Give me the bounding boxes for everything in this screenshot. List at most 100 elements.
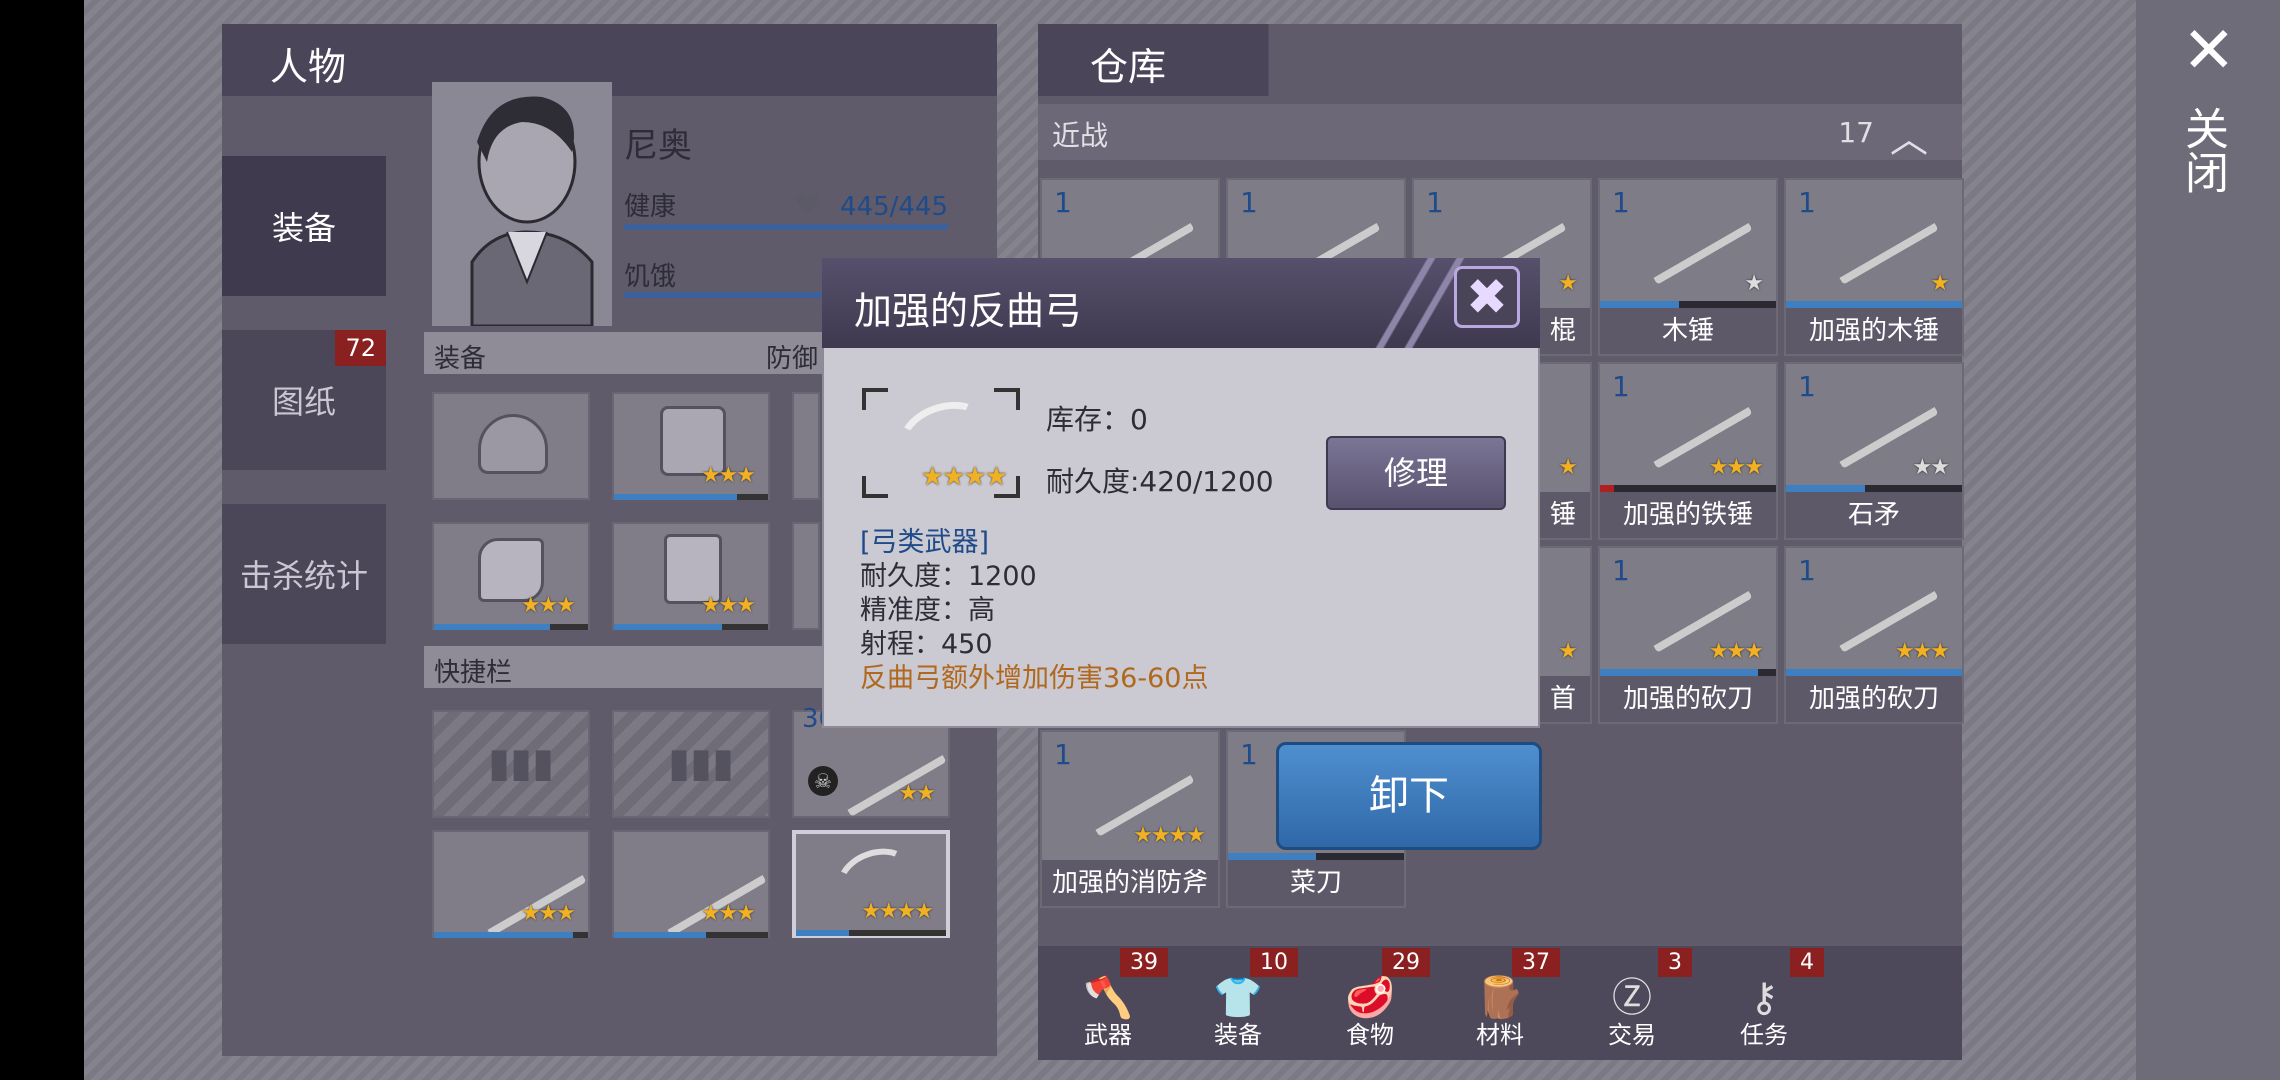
frame-corner-tr (994, 388, 1020, 410)
storage-item[interactable]: 1 ★ 木锤 (1598, 178, 1778, 356)
item-count: 1 (1426, 186, 1444, 219)
blueprints-badge: 72 (335, 330, 386, 366)
hotbar-knife-stars: ★★★ (700, 901, 756, 926)
tab-label: 任务 (1740, 1021, 1788, 1049)
tab-blueprints-label: 图纸 (271, 383, 336, 421)
storage-item[interactable]: 1 ★★★ 加强的铁锤 (1598, 362, 1778, 540)
storage-item[interactable]: 1 ★★★★ 加强的消防斧 (1040, 730, 1220, 908)
category-melee-label: 近战 (1052, 119, 1109, 152)
equip-slot-legs[interactable]: ★★★ (612, 522, 770, 630)
item-count: 1 (1054, 738, 1072, 771)
equip-body-durability (614, 494, 768, 500)
hotbar-slot-ammo-2[interactable]: ▮▮▮ (612, 710, 770, 818)
health-bar (624, 224, 948, 230)
storage-item[interactable]: 1 ★★★ 加强的砍刀 (1598, 546, 1778, 724)
equipment-label: 装备 (434, 344, 487, 374)
item-stars: ★★★ (1894, 639, 1950, 664)
item-stars: ★★★ (1708, 639, 1764, 664)
item-count: 1 (1054, 186, 1072, 219)
equip-legs-stars: ★★★ (700, 593, 756, 618)
storage-panel-header: 仓库 (1038, 24, 1962, 96)
equip-slot-6[interactable] (792, 522, 820, 630)
item-durability (1786, 669, 1962, 676)
equip-body-stars: ★★★ (700, 463, 756, 488)
equip-slot-head[interactable] (432, 392, 590, 500)
item-name: 加强的砍刀 (1600, 676, 1776, 722)
heart-icon: ♥ (794, 188, 821, 223)
item-count: 1 (1240, 738, 1258, 771)
popup-close-button[interactable]: ✖ (1454, 266, 1520, 328)
storage-item[interactable]: 1 ★★ 石矛 (1784, 362, 1964, 540)
popup-item-stars: ★★★★ (920, 462, 1008, 492)
hotbar-slot-mace[interactable]: ★★★ (432, 830, 590, 938)
repair-button[interactable]: 修理 (1326, 436, 1506, 510)
popup-durability: 耐久度:420/1200 (1046, 465, 1274, 498)
tab-label: 食物 (1346, 1021, 1394, 1049)
unequip-button[interactable]: 卸下 (1276, 742, 1542, 850)
item-stars: ★ (1744, 271, 1764, 296)
bottom-tab-materials[interactable]: 37 🪵 材料 (1436, 948, 1564, 1058)
equip-slot-hands[interactable]: ★★★ (432, 522, 590, 630)
item-name: 菜刀 (1228, 860, 1404, 906)
storage-item[interactable]: 1 ★ 加强的木锤 (1784, 178, 1964, 356)
item-name: 石矛 (1786, 492, 1962, 538)
item-count: 1 (1798, 370, 1816, 403)
equip-slot-body[interactable]: ★★★ (612, 392, 770, 500)
chevron-up-icon[interactable]: ︿ (1890, 108, 1928, 163)
bottom-tab-weapons[interactable]: 39 🪓 武器 (1044, 948, 1172, 1058)
item-count: 1 (1612, 554, 1630, 587)
close-sidebar[interactable]: ✕ 关闭 (2136, 0, 2280, 1080)
item-durability (1600, 669, 1776, 676)
category-melee-header[interactable]: 近战 17 ︿ (1038, 104, 1962, 163)
tab-label: 装备 (1214, 1021, 1262, 1049)
hotbar-bow-durability (796, 930, 946, 936)
item-name: 加强的木锤 (1786, 308, 1962, 354)
equip-legs-durability (614, 624, 768, 630)
close-icon[interactable]: ✕ (2182, 14, 2236, 88)
bottom-tab-trade[interactable]: 3 Ⓩ 交易 (1568, 948, 1696, 1058)
tab-blueprints[interactable]: 图纸 72 (222, 330, 386, 470)
bottom-tab-food[interactable]: 29 🥩 食物 (1306, 948, 1434, 1058)
hotbar-slot-knife[interactable]: ★★★ (612, 830, 770, 938)
frame-corner-bl (862, 476, 888, 498)
close-x-icon[interactable]: ✖ (1466, 268, 1508, 326)
beanie-icon (478, 414, 548, 474)
item-name: 加强的消防斧 (1042, 860, 1218, 906)
equip-hands-durability (434, 624, 588, 630)
hotbar-slot-bow-selected[interactable]: ★★★★ (792, 830, 950, 938)
hunger-label: 饥饿 (624, 262, 677, 292)
tab-badge: 4 (1790, 948, 1824, 977)
health-label: 健康 (624, 192, 677, 222)
bullets-icon: ▮▮▮ (668, 740, 735, 786)
frame-corner-tl (862, 388, 888, 410)
hotbar-slot-ammo-1[interactable]: ▮▮▮ (432, 710, 590, 818)
item-count: 1 (1612, 370, 1630, 403)
item-count: 1 (1612, 186, 1630, 219)
item-count: 1 (1798, 186, 1816, 219)
popup-stock: 库存：0 (1046, 403, 1148, 436)
tab-badge: 29 (1382, 948, 1430, 977)
bullets-icon: ▮▮▮ (488, 740, 555, 786)
tab-equipment[interactable]: 装备 (222, 156, 386, 296)
item-stars: ★★★ (1708, 455, 1764, 480)
tab-label: 武器 (1084, 1021, 1132, 1049)
tab-kill-stats[interactable]: 击杀统计 (222, 504, 386, 644)
bottom-tab-equipment[interactable]: 10 👕 装备 (1174, 948, 1302, 1058)
item-durability (1600, 301, 1776, 308)
tab-badge: 10 (1250, 948, 1298, 977)
popup-item-frame: ★★★★ (862, 388, 1020, 498)
item-name: 加强的铁锤 (1600, 492, 1776, 538)
hammer-icon (1823, 195, 1939, 285)
key-icon: ⚷ (1749, 975, 1779, 1021)
item-durability (1786, 485, 1962, 492)
item-stars: ★ (1558, 455, 1578, 480)
category-count: 17 (1838, 116, 1874, 149)
equip-slot-3[interactable] (792, 392, 820, 500)
health-value: 445/445 (840, 192, 949, 222)
character-panel-title: 人物 (270, 45, 347, 89)
bottom-tab-quests[interactable]: 4 ⚷ 任务 (1700, 948, 1828, 1058)
meat-icon: 🥩 (1345, 975, 1395, 1021)
hotbar-label: 快捷栏 (434, 658, 513, 688)
storage-panel-title: 仓库 (1090, 45, 1167, 89)
storage-item[interactable]: 1 ★★★ 加强的砍刀 (1784, 546, 1964, 724)
